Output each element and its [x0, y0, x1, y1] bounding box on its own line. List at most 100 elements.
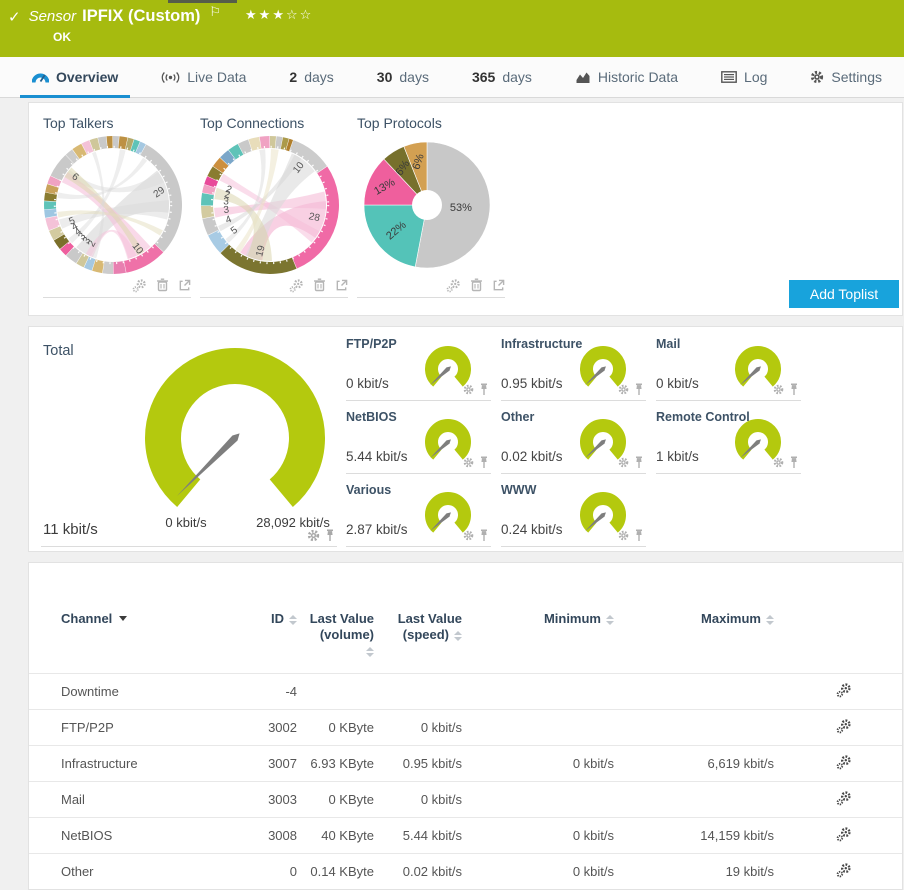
pin-icon[interactable]	[789, 383, 799, 396]
open-external-icon[interactable]	[492, 279, 505, 292]
value-cell: 3002	[229, 709, 309, 746]
trash-icon[interactable]	[313, 278, 326, 292]
pin-icon[interactable]	[634, 529, 644, 542]
open-external-icon[interactable]	[178, 279, 191, 292]
toplist-footer	[43, 277, 191, 293]
pin-icon[interactable]	[789, 456, 799, 469]
pin-icon[interactable]	[479, 456, 489, 469]
tab-30-days[interactable]: 30 days	[365, 57, 441, 97]
tab-365-days[interactable]: 365 days	[460, 57, 544, 97]
channel-gear-icon[interactable]	[836, 790, 852, 806]
gear-icon[interactable]	[289, 278, 304, 293]
value-cell: 6,619 kbit/s	[626, 745, 786, 782]
protocols-donut-chart[interactable]: 53% 22% 13% 6% 6%	[357, 135, 497, 277]
flag-icon[interactable]: ⚐	[209, 5, 221, 20]
open-external-icon[interactable]	[335, 279, 348, 292]
channel-settings-cell	[786, 745, 902, 782]
tab-label: Live Data	[187, 69, 247, 85]
tab-settings[interactable]: Settings	[798, 57, 894, 97]
connections-chord-chart[interactable]: 29 10 6 2 3 3 4 4 5	[43, 135, 183, 277]
gear-icon[interactable]	[773, 457, 784, 468]
gear-icon[interactable]	[463, 530, 474, 541]
column-header-minimum[interactable]: Minimum	[474, 563, 626, 674]
gear-icon[interactable]	[307, 529, 320, 542]
channel-table: Channel ID Last Value (volume) Last Value (sp…	[29, 563, 902, 889]
tab-2-days[interactable]: 2 days	[277, 57, 345, 97]
channel-gauge-value: 0 kbit/s	[346, 376, 389, 391]
tab-log[interactable]: Log	[709, 57, 779, 97]
gear-icon[interactable]	[618, 457, 629, 468]
tab-historic-data[interactable]: Historic Data	[563, 57, 690, 97]
total-gauge-cell: Total 0 kbit/s 28,092 kbit/s 11 kbit/s	[41, 337, 337, 547]
gear-icon[interactable]	[773, 384, 784, 395]
gear-icon[interactable]	[618, 384, 629, 395]
tab-live-data[interactable]: Live Data	[149, 57, 258, 97]
trash-icon[interactable]	[470, 278, 483, 292]
settings-column-header	[786, 563, 902, 674]
gear-icon[interactable]	[463, 457, 474, 468]
value-cell: 0 KByte	[309, 709, 386, 746]
column-header-id[interactable]: ID	[229, 563, 309, 674]
channel-gear-icon[interactable]	[836, 754, 852, 770]
toplist-footer	[357, 277, 505, 293]
tab-label: days	[502, 69, 532, 85]
gear-icon	[810, 70, 824, 84]
add-toplist-button[interactable]: Add Toplist	[789, 280, 899, 308]
channel-gear-icon[interactable]	[836, 826, 852, 842]
tab-label: Log	[744, 69, 768, 85]
priority-stars[interactable]: ★★★☆☆	[245, 8, 313, 23]
column-header-maximum[interactable]: Maximum	[626, 563, 786, 674]
channel-table-panel: Channel ID Last Value (volume) Last Value (sp…	[28, 562, 903, 890]
channel-gauge-cell: NetBIOS 5.44 kbit/s	[346, 408, 491, 474]
value-cell: 40 KByte	[309, 817, 386, 854]
pin-icon[interactable]	[634, 383, 644, 396]
gear-icon[interactable]	[463, 384, 474, 395]
channel-gear-icon[interactable]	[836, 862, 852, 878]
channel-name-cell: Other	[29, 853, 229, 889]
value-cell	[386, 673, 474, 710]
value-cell: 0	[229, 853, 309, 889]
channel-settings-cell	[786, 853, 902, 889]
gear-icon[interactable]	[618, 530, 629, 541]
column-header-channel[interactable]: Channel	[29, 563, 229, 674]
table-row[interactable]: Mail 3003 0 KByte 0 kbit/s	[29, 781, 902, 818]
trash-icon[interactable]	[156, 278, 169, 292]
value-cell: 5.44 kbit/s	[386, 817, 474, 854]
status-badge: OK	[53, 30, 71, 44]
channel-name-cell: FTP/P2P	[29, 709, 229, 746]
column-header-last-value[interactable]: Last Value (volume)	[309, 563, 386, 674]
pin-icon[interactable]	[479, 383, 489, 396]
channel-name-cell: Downtime	[29, 673, 229, 710]
toplist-card: Top Talkers 29 10 6 2 3 3 4 4 5	[43, 115, 191, 298]
channel-gauge-cell: Various 2.87 kbit/s	[346, 481, 491, 547]
table-row[interactable]: FTP/P2P 3002 0 KByte 0 kbit/s	[29, 709, 902, 746]
channel-gear-icon[interactable]	[836, 682, 852, 698]
tab-label: days	[399, 69, 429, 85]
table-row[interactable]: NetBIOS 3008 40 KByte 5.44 kbit/s 0 kbit/s 14…	[29, 817, 902, 854]
toplist-title: Top Protocols	[357, 115, 442, 131]
value-cell: 19 kbit/s	[626, 853, 786, 889]
pin-icon[interactable]	[479, 529, 489, 542]
sensor-header: ✓ Sensor IPFIX (Custom) ⚐ ★★★☆☆ OK	[0, 0, 904, 57]
value-cell: 6.93 KByte	[309, 745, 386, 782]
channel-gauge-cell: Mail 0 kbit/s	[656, 335, 801, 401]
gear-icon[interactable]	[446, 278, 461, 293]
channel-gauge-value: 1 kbit/s	[656, 449, 699, 464]
value-cell	[474, 673, 626, 710]
channel-settings-cell	[786, 781, 902, 818]
pin-icon[interactable]	[325, 529, 335, 542]
table-row[interactable]: Infrastructure 3007 6.93 KByte 0.95 kbit/s 0…	[29, 745, 902, 782]
pin-icon[interactable]	[634, 456, 644, 469]
value-cell: 0 kbit/s	[386, 781, 474, 818]
table-row[interactable]: Other 0 0.14 KByte 0.02 kbit/s 0 kbit/s 19 kb…	[29, 853, 902, 889]
value-cell: 3008	[229, 817, 309, 854]
svg-text:53%: 53%	[450, 202, 472, 214]
sort-icon	[289, 615, 297, 625]
table-row[interactable]: Downtime -4	[29, 673, 902, 710]
channel-gear-icon[interactable]	[836, 718, 852, 734]
connections-chord-chart[interactable]: 10 28 19 5 4 3 3 2 2	[200, 135, 340, 277]
column-header-last-value[interactable]: Last Value (speed)	[386, 563, 474, 674]
gear-icon[interactable]	[132, 278, 147, 293]
tab-overview[interactable]: Overview	[20, 57, 131, 98]
value-cell: 0 KByte	[309, 781, 386, 818]
